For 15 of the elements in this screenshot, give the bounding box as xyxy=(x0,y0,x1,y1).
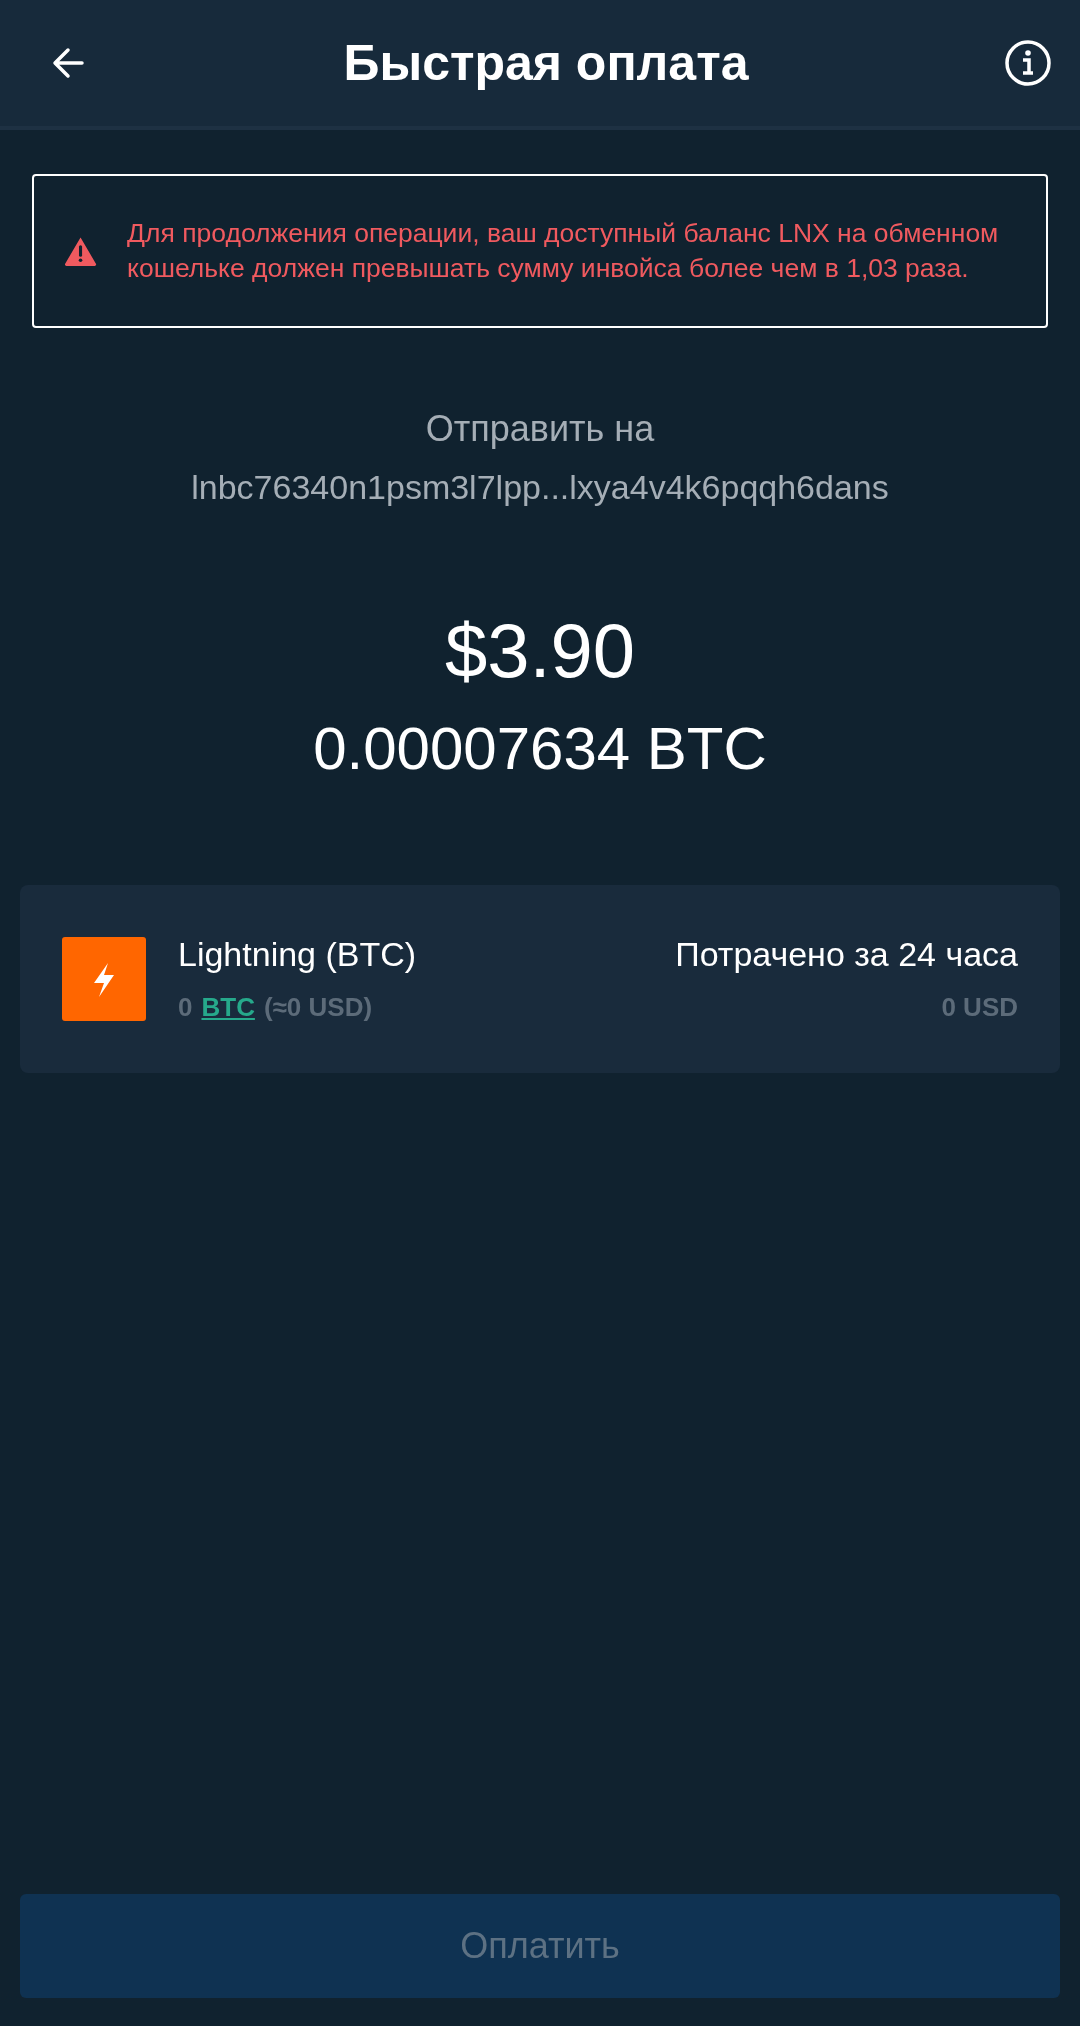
screen-title: Быстрая оплата xyxy=(343,34,749,92)
crypto-amount: 0.00007634 BTC xyxy=(312,714,768,783)
wallet-name: Lightning (BTC) xyxy=(178,935,418,974)
recipient-label: Отправить на xyxy=(424,408,656,450)
spent-label: Потрачено за 24 часа xyxy=(675,935,1018,974)
recipient-address: lnbc76340n1psm3l7lpp...lxya4v4k6pqqh6dans xyxy=(190,468,890,507)
balance-fiat: (≈0 USD) xyxy=(263,992,373,1023)
fiat-amount: $3.90 xyxy=(443,607,637,694)
wallet-card[interactable]: Lightning (BTC) 0 BTC (≈0 USD) Потрачено за 24 часа 0 USD xyxy=(20,885,1060,1073)
currency-link[interactable]: BTC xyxy=(201,992,255,1023)
info-icon[interactable] xyxy=(1004,39,1052,87)
spent-value: 0 USD xyxy=(941,992,1018,1023)
lightning-icon xyxy=(62,937,146,1021)
balance-amount: 0 xyxy=(178,992,193,1023)
warning-text: Для продолжения операции, ваш доступный баланс LNX на обменном кошельке должен превышать сумму инвойса более чем в 1,03 раза. xyxy=(127,217,1000,285)
